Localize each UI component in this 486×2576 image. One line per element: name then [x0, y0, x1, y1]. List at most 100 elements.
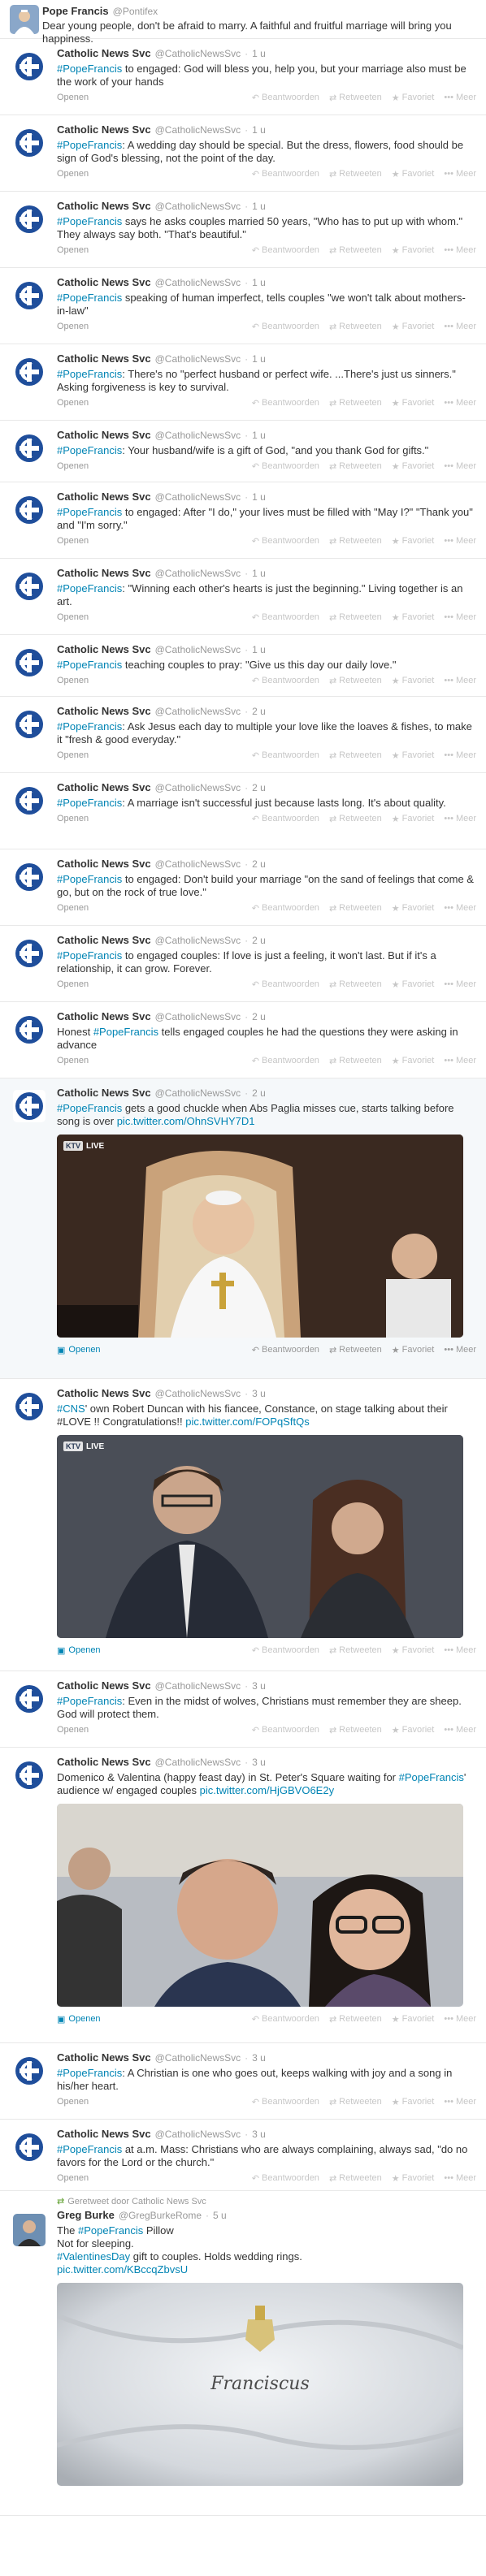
favorite-button[interactable]: ★ Favoriet	[392, 676, 435, 686]
more-button[interactable]: ••• Meer	[444, 536, 476, 547]
author-handle[interactable]: @CatholicNewsSvc	[155, 568, 241, 580]
author-handle[interactable]: @CatholicNewsSvc	[155, 706, 241, 718]
author-name[interactable]: Catholic News Svc	[57, 1679, 151, 1692]
retweet-button[interactable]: ⇄ Retweeten	[329, 1056, 382, 1066]
timestamp[interactable]: 3 u	[252, 2052, 266, 2064]
more-button[interactable]: ••• Meer	[444, 2173, 476, 2184]
cns-avatar[interactable]	[13, 1759, 46, 1792]
hashtag-link[interactable]: #PopeFrancis	[57, 368, 122, 380]
tweet[interactable]: Catholic News Svc @CatholicNewsSvc · 3 u #P…	[0, 1671, 486, 1748]
more-button[interactable]: ••• Meer	[444, 903, 476, 914]
tweet[interactable]: Catholic News Svc @CatholicNewsSvc · 3 u #P…	[0, 2120, 486, 2191]
tweet[interactable]: Catholic News Svc @CatholicNewsSvc · 1 u #P…	[0, 635, 486, 697]
author-name[interactable]: Catholic News Svc	[57, 352, 151, 365]
favorite-button[interactable]: ★ Favoriet	[392, 903, 435, 914]
timestamp[interactable]: 3 u	[252, 1680, 266, 1692]
favorite-button[interactable]: ★ Favoriet	[392, 750, 435, 761]
hashtag-link[interactable]: #PopeFrancis	[57, 139, 122, 151]
favorite-button[interactable]: ★ Favoriet	[392, 322, 435, 332]
tweet[interactable]: Catholic News Svc @CatholicNewsSvc · 1 u #P…	[0, 421, 486, 482]
favorite-button[interactable]: ★ Favoriet	[392, 1725, 435, 1735]
timestamp[interactable]: 1 u	[252, 568, 266, 580]
more-button[interactable]: ••• Meer	[444, 612, 476, 623]
retweet-button[interactable]: ⇄ Retweeten	[329, 1645, 382, 1656]
tweet[interactable]: Catholic News Svc @CatholicNewsSvc · 2 u Ho…	[0, 1002, 486, 1078]
retweet-button[interactable]: ⇄ Retweeten	[329, 245, 382, 256]
open-link[interactable]: Openen	[57, 322, 89, 331]
author-name[interactable]: Catholic News Svc	[57, 276, 151, 288]
author-handle[interactable]: @CatholicNewsSvc	[155, 491, 241, 504]
tweet[interactable]: Catholic News Svc @CatholicNewsSvc · 1 u #P…	[0, 344, 486, 421]
retweet-button[interactable]: ⇄ Retweeten	[329, 398, 382, 408]
favorite-button[interactable]: ★ Favoriet	[392, 1056, 435, 1066]
cns-avatar[interactable]	[13, 279, 46, 312]
open-link[interactable]: Openen	[57, 245, 89, 255]
more-button[interactable]: ••• Meer	[444, 245, 476, 256]
tweet-with-media[interactable]: Catholic News Svc @CatholicNewsSvc · 3 u #C…	[0, 1379, 486, 1671]
author-name[interactable]: Catholic News Svc	[57, 47, 151, 59]
hashtag-link[interactable]: #PopeFrancis	[57, 506, 122, 518]
media-link[interactable]: pic.twitter.com/KBccqZbvsU	[57, 2263, 188, 2276]
favorite-button[interactable]: ★ Favoriet	[392, 461, 435, 472]
more-button[interactable]: ••• Meer	[444, 2097, 476, 2107]
author-handle[interactable]: @CatholicNewsSvc	[155, 644, 241, 656]
reply-button[interactable]: ↶ Beantwoorden	[252, 322, 319, 332]
timestamp[interactable]: 2 u	[252, 935, 266, 947]
more-button[interactable]: ••• Meer	[444, 1056, 476, 1066]
author-handle[interactable]: @CatholicNewsSvc	[155, 1757, 241, 1769]
cns-avatar[interactable]	[13, 494, 46, 526]
cns-avatar[interactable]	[13, 1390, 46, 1423]
reply-button[interactable]: ↶ Beantwoorden	[252, 676, 319, 686]
tweet[interactable]: Catholic News Svc @CatholicNewsSvc · 1 u #P…	[0, 192, 486, 268]
author-name[interactable]: Catholic News Svc	[57, 491, 151, 503]
open-link[interactable]: Openen	[57, 1725, 89, 1735]
reply-button[interactable]: ↶ Beantwoorden	[252, 2173, 319, 2184]
hashtag-link[interactable]: #ValentinesDay	[57, 2250, 130, 2263]
hashtag-link[interactable]: #PopeFrancis	[93, 1026, 158, 1038]
timestamp[interactable]: 1 u	[252, 277, 266, 289]
timestamp[interactable]: 1 u	[252, 644, 266, 656]
author-name[interactable]: Catholic News Svc	[57, 2128, 151, 2140]
reply-button[interactable]: ↶ Beantwoorden	[252, 750, 319, 761]
favorite-button[interactable]: ★ Favoriet	[392, 93, 435, 103]
author-handle[interactable]: @CatholicNewsSvc	[155, 782, 241, 794]
open-link[interactable]: Openen	[57, 1056, 89, 1065]
author-handle[interactable]: @CatholicNewsSvc	[155, 2129, 241, 2141]
hashtag-link[interactable]: #PopeFrancis	[57, 873, 122, 885]
hashtag-link[interactable]: #PopeFrancis	[399, 1771, 464, 1783]
author-handle[interactable]: @GregBurkeRome	[119, 2210, 202, 2222]
media-link[interactable]: pic.twitter.com/HjGBVO6E2y	[200, 1784, 334, 1796]
hashtag-link[interactable]: #PopeFrancis	[57, 215, 122, 227]
favorite-button[interactable]: ★ Favoriet	[392, 814, 435, 824]
tweet[interactable]: Catholic News Svc @CatholicNewsSvc · 3 u #P…	[0, 2043, 486, 2120]
cns-avatar[interactable]	[13, 784, 46, 817]
media-image-pillow[interactable]: Franciscus	[57, 2283, 463, 2486]
open-link[interactable]: Openen	[57, 750, 89, 760]
cns-avatar[interactable]	[13, 432, 46, 465]
open-link[interactable]: Openen	[57, 612, 89, 622]
timestamp[interactable]: 2 u	[252, 1011, 266, 1023]
reply-button[interactable]: ↶ Beantwoorden	[252, 245, 319, 256]
reply-button[interactable]: ↶ Beantwoorden	[252, 2097, 319, 2107]
author-name[interactable]: Catholic News Svc	[57, 1010, 151, 1022]
tweet[interactable]: Catholic News Svc @CatholicNewsSvc · 1 u #P…	[0, 482, 486, 559]
author-name[interactable]: Catholic News Svc	[57, 1756, 151, 1768]
hashtag-link[interactable]: #PopeFrancis	[57, 292, 122, 304]
cns-avatar[interactable]	[13, 356, 46, 388]
favorite-button[interactable]: ★ Favoriet	[392, 2173, 435, 2184]
retweet-button[interactable]: ⇄ Retweeten	[329, 2097, 382, 2107]
timestamp[interactable]: 2 u	[252, 782, 266, 794]
timestamp[interactable]: 3 u	[252, 2129, 266, 2141]
open-link[interactable]: Openen	[57, 93, 89, 102]
tweet[interactable]: Catholic News Svc @CatholicNewsSvc · 2 u #P…	[0, 849, 486, 926]
hashtag-link[interactable]: #CNS	[57, 1403, 85, 1415]
open-link[interactable]: Openen	[57, 461, 89, 471]
hashtag-link[interactable]: #PopeFrancis	[57, 659, 122, 671]
cns-avatar[interactable]	[13, 50, 46, 83]
cns-avatar[interactable]	[13, 570, 46, 603]
more-button[interactable]: ••• Meer	[444, 1725, 476, 1735]
more-button[interactable]: ••• Meer	[444, 1645, 476, 1656]
reply-button[interactable]: ↶ Beantwoorden	[252, 979, 319, 990]
author-handle[interactable]: @CatholicNewsSvc	[155, 858, 241, 871]
hashtag-link[interactable]: #PopeFrancis	[57, 444, 122, 456]
